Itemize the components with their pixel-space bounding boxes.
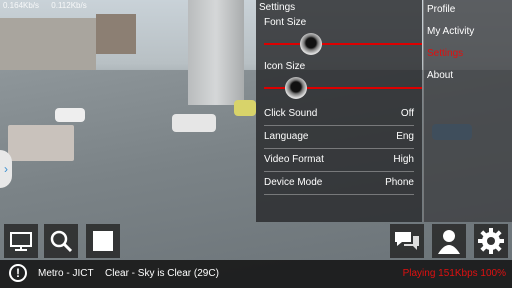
setting-row-language[interactable]: Language Eng — [264, 126, 414, 149]
monitor-icon — [10, 232, 32, 251]
menu-item-my-activity[interactable]: My Activity — [427, 26, 474, 37]
search-button[interactable] — [44, 224, 78, 258]
setting-value: Eng — [396, 131, 414, 142]
playback-status: Playing 151Kbps 100% — [402, 268, 506, 279]
car — [234, 100, 256, 116]
chevron-right-icon: › — [4, 162, 8, 176]
settings-panel: Settings Font Size Icon Size Click Sound… — [256, 0, 422, 222]
setting-key: Device Mode — [264, 177, 323, 188]
profile-button[interactable] — [432, 224, 466, 258]
weather-info: Clear - Sky is Clear (29C) — [105, 268, 219, 279]
setting-row-video-format[interactable]: Video Format High — [264, 149, 414, 172]
car — [55, 108, 85, 122]
overpass-pillar — [188, 0, 244, 105]
gear-icon — [478, 228, 504, 254]
monitor-button[interactable] — [4, 224, 38, 258]
icon-size-label: Icon Size — [264, 61, 306, 72]
truck — [8, 125, 74, 161]
setting-value: Phone — [385, 177, 414, 188]
chat-button[interactable] — [390, 224, 424, 258]
icon-size-slider-knob[interactable] — [284, 77, 307, 99]
bandwidth-stats: 0.164Kb/s 0.112Kb/s — [3, 1, 97, 10]
side-menu: Profile My Activity Settings About — [423, 0, 512, 222]
setting-key: Click Sound — [264, 108, 318, 119]
stop-button[interactable] — [86, 224, 120, 258]
sidebar-toggle[interactable]: › — [0, 150, 12, 188]
font-size-slider-knob[interactable] — [300, 33, 323, 55]
menu-item-about[interactable]: About — [427, 70, 453, 81]
alert-icon[interactable]: ! — [9, 264, 27, 282]
user-icon — [438, 230, 460, 254]
setting-value: High — [393, 154, 414, 165]
settings-title: Settings — [259, 2, 296, 13]
setting-row-device-mode[interactable]: Device Mode Phone — [264, 172, 414, 195]
camera-location: Metro - JICT — [38, 268, 94, 279]
status-bar: ! Metro - JICT Clear - Sky is Clear (29C… — [0, 260, 512, 288]
stat-out: 0.112Kb/s — [51, 1, 87, 10]
building — [0, 18, 96, 70]
menu-item-profile[interactable]: Profile — [427, 4, 455, 15]
chat-icon — [395, 232, 419, 250]
font-size-slider[interactable] — [264, 43, 422, 45]
stat-in: 0.164Kb/s — [3, 1, 40, 10]
car — [172, 114, 216, 132]
setting-value: Off — [400, 108, 414, 119]
font-size-label: Font Size — [264, 17, 307, 28]
settings-button[interactable] — [474, 224, 508, 258]
building — [96, 14, 136, 54]
menu-item-settings[interactable]: Settings — [427, 48, 463, 59]
stop-icon — [93, 231, 113, 251]
setting-key: Video Format — [264, 154, 324, 165]
setting-key: Language — [264, 131, 309, 142]
setting-row-click-sound[interactable]: Click Sound Off — [264, 103, 414, 126]
search-icon — [50, 230, 73, 253]
